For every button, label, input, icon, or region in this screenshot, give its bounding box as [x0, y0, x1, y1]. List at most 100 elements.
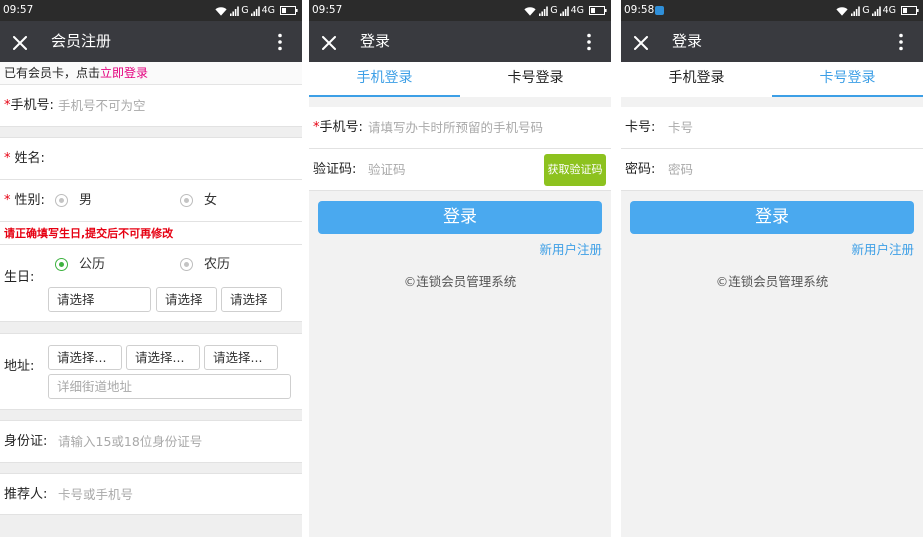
- radio-icon: [180, 258, 193, 271]
- phone-field-row: *手机号:: [0, 85, 302, 127]
- more-vertical-icon[interactable]: [277, 33, 283, 51]
- address-field-row: 地址: 请选择... 请选择... 请选择...: [0, 333, 302, 410]
- copyright-footer: ©连锁会员管理系统: [403, 274, 517, 289]
- network-type-label: G: [241, 5, 249, 16]
- status-time: 09:57: [3, 4, 34, 16]
- radio-icon: [55, 258, 68, 271]
- close-icon[interactable]: [634, 35, 648, 50]
- status-icons: G 4G: [836, 0, 919, 21]
- phone-label: *手机号:: [313, 120, 363, 136]
- phone-input[interactable]: [368, 107, 601, 148]
- battery-icon: [280, 6, 298, 15]
- required-mark: *: [4, 151, 11, 166]
- card-number-input[interactable]: [668, 107, 913, 148]
- more-vertical-icon[interactable]: [898, 33, 904, 51]
- password-label: 密码:: [625, 162, 656, 177]
- birthday-day-select[interactable]: 请选择: [221, 287, 282, 312]
- code-label: 验证码:: [313, 162, 357, 177]
- gender-label: * 性别:: [4, 193, 45, 209]
- name-field-row: * 姓名:: [0, 137, 302, 180]
- id-card-label: 身份证:: [4, 434, 48, 449]
- tab-phone-login[interactable]: 手机登录: [309, 62, 460, 97]
- password-field-row: 密码:: [621, 149, 923, 191]
- name-label: * 姓名:: [4, 151, 45, 167]
- address-label: 地址:: [4, 359, 35, 374]
- login-button[interactable]: 登录: [318, 201, 602, 234]
- verification-code-input[interactable]: [368, 149, 538, 190]
- referrer-input[interactable]: [58, 474, 292, 514]
- password-input[interactable]: [668, 149, 913, 190]
- status-time: 09:58: [624, 4, 655, 16]
- tab-card-login[interactable]: 卡号登录: [460, 62, 611, 97]
- birthday-warning: 请正确填写生日,提交后不可再修改: [0, 222, 302, 245]
- signal-icon: [250, 6, 260, 16]
- phone-label: *手机号:: [4, 98, 54, 114]
- card-number-field-row: 卡号:: [621, 107, 923, 149]
- title-bar: 会员注册: [0, 21, 302, 62]
- birthday-year-select[interactable]: 请选择: [48, 287, 151, 312]
- gender-option-label: 男: [79, 193, 93, 208]
- network-type-label: G: [862, 5, 870, 16]
- title-bar: 登录: [309, 21, 611, 62]
- birthday-label: 生日:: [4, 270, 35, 285]
- name-input[interactable]: [58, 138, 292, 179]
- page-title: 登录: [672, 32, 703, 50]
- card-login-screen: 09:58 G 4G 登录 手机登录 卡号登录 卡号: 密码: 登录 新用户注册…: [621, 0, 923, 537]
- status-icons: G 4G: [215, 0, 298, 21]
- referrer-label: 推荐人:: [4, 487, 48, 502]
- phone-label-text: 手机号:: [10, 98, 54, 113]
- gender-option-label: 女: [204, 193, 218, 208]
- title-bar: 登录: [621, 21, 923, 62]
- login-button[interactable]: 登录: [630, 201, 914, 234]
- phone-input[interactable]: [58, 85, 292, 126]
- gender-label-text: 性别:: [14, 193, 45, 208]
- street-address-input[interactable]: [48, 374, 291, 399]
- network-type-label: G: [550, 5, 558, 16]
- address-province-select[interactable]: 请选择...: [48, 345, 122, 370]
- more-vertical-icon[interactable]: [586, 33, 592, 51]
- radio-icon: [180, 194, 193, 207]
- network-type-label: 4G: [570, 5, 584, 16]
- tab-card-login[interactable]: 卡号登录: [772, 62, 923, 97]
- gender-option-male[interactable]: 男: [55, 193, 92, 209]
- calendar-option-solar[interactable]: 公历: [55, 257, 105, 273]
- new-user-register-link[interactable]: 新用户注册: [851, 243, 914, 257]
- birthday-month-select[interactable]: 请选择: [156, 287, 217, 312]
- phone-label-text: 手机号:: [319, 120, 363, 135]
- page-title: 登录: [360, 32, 391, 50]
- close-icon[interactable]: [322, 35, 336, 50]
- battery-icon: [901, 6, 919, 15]
- copyright-footer: ©连锁会员管理系统: [715, 274, 829, 289]
- status-bar: 09:57 G 4G: [0, 0, 302, 21]
- phone-login-screen: 09:57 G 4G 登录 手机登录 卡号登录 *手机号: 验证码: 获取验证码…: [309, 0, 611, 537]
- tab-phone-login[interactable]: 手机登录: [621, 62, 772, 97]
- login-now-link[interactable]: 立即登录: [100, 66, 148, 80]
- signal-icon: [230, 6, 240, 16]
- new-user-register-link[interactable]: 新用户注册: [539, 243, 602, 257]
- register-screen: 09:57 G 4G 会员注册 已有会员卡，点击立即登录 *手机号: *姓名: …: [0, 0, 302, 537]
- id-card-input[interactable]: [58, 421, 292, 462]
- calendar-option-lunar[interactable]: 农历: [180, 257, 230, 273]
- get-code-button[interactable]: 获取验证码: [544, 154, 606, 186]
- referrer-field-row: 推荐人:: [0, 473, 302, 515]
- birthday-field-row: 生日: 公历 农历 请选择 请选择 请选择: [0, 245, 302, 322]
- battery-icon: [589, 6, 607, 15]
- id-card-field-row: 身份证:: [0, 420, 302, 463]
- signal-icon: [851, 6, 861, 16]
- signal-icon: [539, 6, 549, 16]
- status-bar: 09:58 G 4G: [621, 0, 923, 21]
- code-field-row: 验证码: 获取验证码: [309, 149, 611, 191]
- address-district-select[interactable]: 请选择...: [204, 345, 278, 370]
- member-login-prompt: 已有会员卡，点击立即登录: [0, 62, 302, 85]
- gender-option-female[interactable]: 女: [180, 193, 217, 209]
- login-tabs: 手机登录 卡号登录: [309, 62, 611, 97]
- phone-field-row: *手机号:: [309, 107, 611, 149]
- calendar-option-label: 公历: [79, 257, 106, 272]
- status-icons: G 4G: [524, 0, 607, 21]
- close-icon[interactable]: [13, 35, 27, 50]
- required-mark: *: [4, 193, 11, 208]
- page-title: 会员注册: [51, 32, 112, 50]
- radio-icon: [55, 194, 68, 207]
- login-tabs: 手机登录 卡号登录: [621, 62, 923, 97]
- address-city-select[interactable]: 请选择...: [126, 345, 200, 370]
